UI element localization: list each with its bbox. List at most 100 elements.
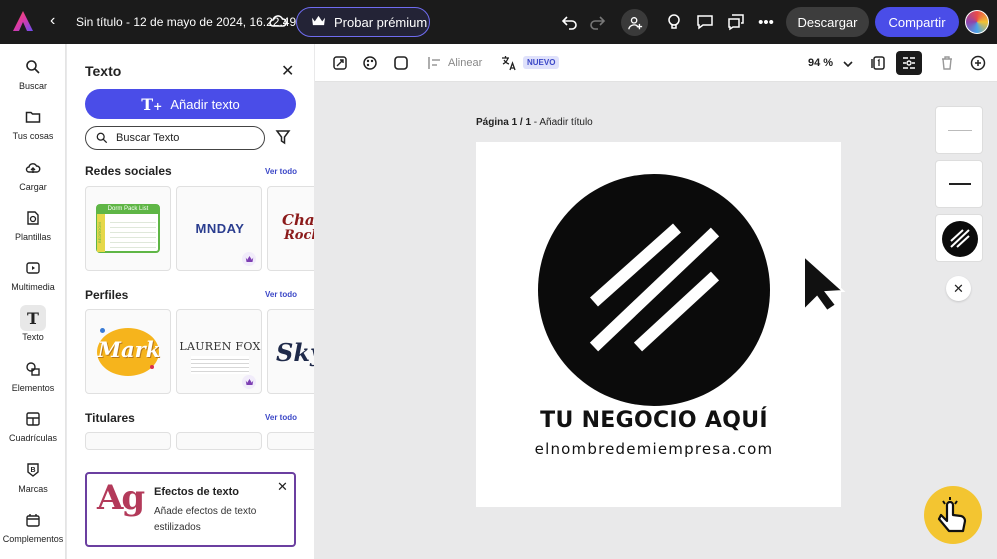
canvas-toolbar: Alinear NUEVO 94 % [315, 44, 997, 82]
upload-icon [20, 155, 46, 181]
lauren-lines [191, 356, 249, 374]
text-icon: T [20, 305, 46, 331]
search-input[interactable]: Buscar Texto [85, 126, 265, 150]
website-text[interactable]: elnombredemiempresa.com [476, 440, 832, 458]
rail-label: Multimedia [11, 282, 55, 292]
rail-label: Tus cosas [12, 131, 54, 141]
layers-toggle-button[interactable] [896, 51, 922, 75]
lightbulb-icon[interactable] [664, 12, 684, 32]
rail-label: Plantillas [14, 232, 52, 242]
see-all-profiles-link[interactable]: Ver todo [265, 290, 297, 299]
rail-label: Marcas [18, 484, 48, 494]
align-label[interactable]: Alinear [448, 57, 482, 69]
trash-icon[interactable] [939, 55, 955, 71]
headline-text[interactable]: TU NEGOCIO AQUÍ [476, 408, 832, 433]
close-pages-button[interactable]: ✕ [946, 276, 971, 301]
rail-item-templates[interactable]: Plantillas [0, 205, 66, 242]
comment-icon[interactable] [695, 12, 715, 32]
panel-title: Texto [85, 63, 122, 79]
monday-text: MNDAY [195, 221, 245, 236]
share-button[interactable]: Compartir [875, 7, 959, 37]
rail-item-grids[interactable]: Cuadrículas [0, 406, 66, 443]
search-placeholder: Buscar Texto [116, 132, 180, 144]
elements-icon [20, 356, 46, 382]
left-rail: Buscar Tus cosas Cargar Plantillas Multi… [0, 44, 66, 559]
page-thumbnail[interactable] [935, 160, 983, 208]
template-dorm-pack-list[interactable]: Dorm Pack List BEDROOM [85, 186, 171, 271]
chevron-down-icon[interactable] [840, 56, 856, 72]
template-headline[interactable] [176, 432, 262, 450]
text-panel: Texto ✕ T+ Añadir texto Buscar Texto Red… [67, 44, 314, 559]
template-sky[interactable]: Sky [267, 309, 314, 394]
rail-item-media[interactable]: Multimedia [0, 255, 66, 292]
add-text-label: Añadir texto [170, 96, 240, 112]
rail-item-search[interactable]: Buscar [0, 54, 66, 91]
top-bar: ‹ Sin título - 12 de mayo de 2024, 16.22… [0, 0, 997, 44]
dorm-title: Dorm Pack List [97, 205, 159, 214]
dorm-card: Dorm Pack List BEDROOM [96, 204, 160, 253]
rail-item-addons[interactable]: Complementos [0, 507, 66, 544]
align-icon[interactable] [427, 55, 443, 71]
premium-crown-icon [242, 252, 256, 266]
rail-item-your-stuff[interactable]: Tus cosas [0, 104, 66, 141]
rail-item-text[interactable]: T Texto [0, 305, 66, 342]
grids-icon [20, 406, 46, 432]
resize-icon[interactable] [332, 55, 348, 71]
download-button[interactable]: Descargar [786, 7, 869, 37]
rail-label: Elementos [11, 383, 55, 393]
shape-icon[interactable] [393, 55, 409, 71]
text-effects-description: Añade efectos de texto estilizados [154, 506, 257, 533]
try-premium-button[interactable]: Probar prémium [296, 7, 430, 37]
thumb-line [948, 130, 972, 131]
rail-item-elements[interactable]: Elementos [0, 356, 66, 393]
decor-dot [100, 328, 105, 333]
chalk-text: Cha [282, 211, 314, 229]
premium-label: Probar prémium [334, 14, 428, 30]
chat-icon[interactable] [726, 12, 746, 32]
add-user-icon [627, 16, 642, 29]
rail-item-brands[interactable]: B Marcas [0, 457, 66, 494]
section-title-profiles: Perfiles [85, 288, 129, 302]
template-headline[interactable] [85, 432, 171, 450]
see-all-social-link[interactable]: Ver todo [265, 167, 297, 176]
text-effects-glyph: Ag [97, 478, 145, 518]
svg-text:B: B [30, 467, 35, 474]
template-lauren-fox[interactable]: LAUREN FOX [176, 309, 262, 394]
template-chalk-rock[interactable]: Cha Rock [267, 186, 314, 271]
more-options-icon[interactable]: ••• [756, 12, 776, 32]
undo-icon[interactable] [560, 12, 580, 32]
document-title[interactable]: Sin título - 12 de mayo de 2024, 16.22.4… [76, 15, 296, 29]
color-palette-icon[interactable] [362, 55, 378, 71]
add-page-icon[interactable] [970, 55, 986, 71]
folder-icon [20, 104, 46, 130]
media-icon [20, 255, 46, 281]
cloud-sync-icon[interactable] [268, 12, 288, 30]
close-icon[interactable]: ✕ [281, 61, 294, 81]
page-label[interactable]: Página 1 / 1 - Añadir título [476, 117, 593, 128]
rail-label: Complementos [2, 534, 64, 544]
layers-icon [903, 57, 915, 69]
close-icon[interactable]: ✕ [277, 479, 288, 495]
text-effects-card[interactable]: Ag Efectos de texto Añade efectos de tex… [85, 472, 296, 547]
page-thumbnail[interactable] [935, 106, 983, 154]
rail-item-upload[interactable]: Cargar [0, 155, 66, 192]
translate-icon[interactable] [501, 55, 517, 71]
rock-text: Rock [284, 228, 314, 243]
add-text-button[interactable]: T+ Añadir texto [85, 89, 296, 119]
template-monday[interactable]: MNDAY [176, 186, 262, 271]
filter-icon[interactable] [275, 129, 291, 145]
see-all-headlines-link[interactable]: Ver todo [265, 413, 297, 422]
page-thumbnail[interactable] [935, 214, 983, 262]
invite-user-button[interactable] [621, 9, 648, 36]
decor-dot [150, 365, 154, 369]
template-headline[interactable] [267, 432, 314, 450]
page-count-icon[interactable] [870, 55, 886, 71]
search-icon [96, 132, 108, 144]
back-icon[interactable]: ‹ [50, 12, 55, 30]
redo-icon[interactable] [587, 12, 607, 32]
adobe-express-logo[interactable] [12, 10, 34, 32]
zoom-level[interactable]: 94 % [808, 57, 833, 69]
template-mark[interactable]: Mark [85, 309, 171, 394]
dorm-list-lines [110, 218, 156, 248]
avatar[interactable] [965, 10, 989, 34]
